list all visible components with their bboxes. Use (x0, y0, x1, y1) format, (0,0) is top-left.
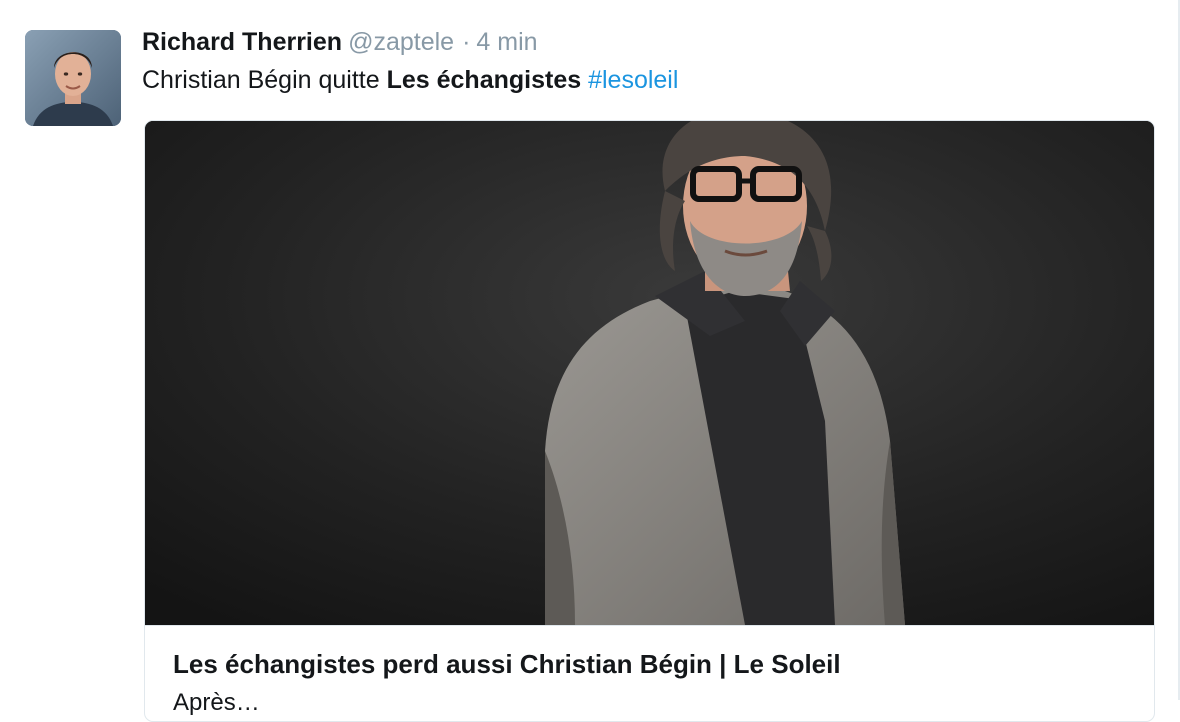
tweet-text-plain: Christian Bégin quitte (142, 66, 387, 94)
tweet-text-bold: Les échangistes (386, 66, 582, 94)
header-separator: · (462, 28, 471, 56)
avatar-photo-icon (25, 30, 121, 126)
link-card[interactable]: Les échangistes perd aussi Christian Bég… (144, 120, 1155, 722)
card-description: Après… (173, 689, 260, 716)
hashtag-link[interactable]: #lesoleil (588, 66, 678, 94)
portrait-photo-icon (145, 121, 1154, 625)
author-avatar[interactable] (25, 30, 121, 126)
card-divider (145, 625, 1154, 626)
tweet[interactable]: Richard Therrien @zaptele · 4 min Christian… (0, 0, 1180, 722)
tweet-text: Christian Bégin quitte Les échangistes #… (142, 64, 678, 96)
card-image[interactable] (145, 121, 1154, 625)
author-handle[interactable]: @zaptele (348, 28, 454, 56)
tweet-header: Richard Therrien @zaptele · 4 min (142, 26, 538, 58)
author-name[interactable]: Richard Therrien (142, 28, 342, 56)
card-title[interactable]: Les échangistes perd aussi Christian Bég… (173, 649, 841, 680)
tweet-timestamp[interactable]: 4 min (476, 28, 537, 56)
